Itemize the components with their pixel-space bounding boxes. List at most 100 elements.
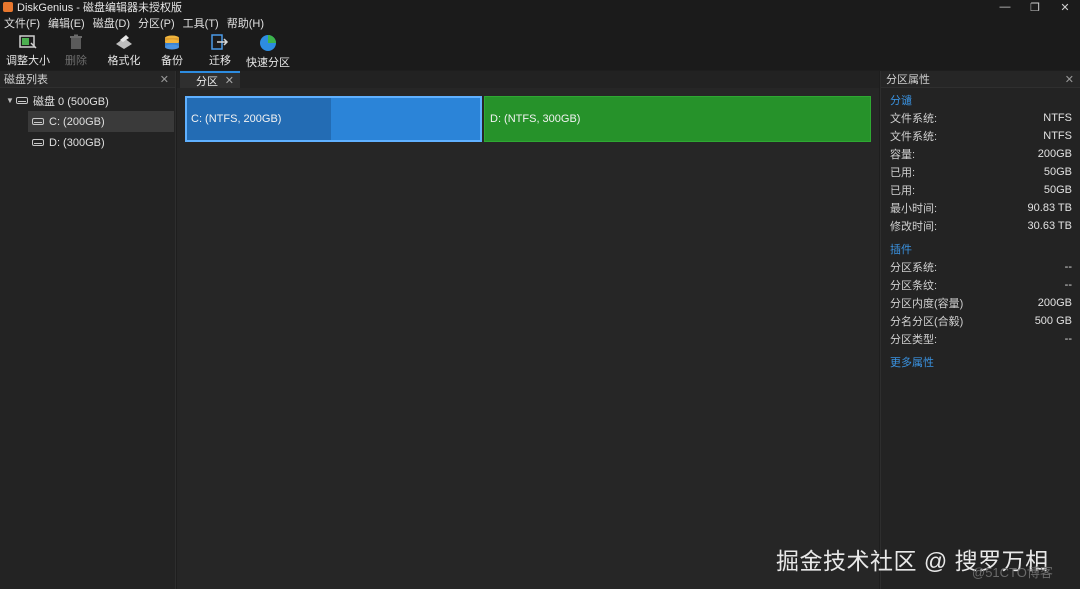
- property-value: --: [1064, 261, 1072, 273]
- property-row: 分区条纹: --: [890, 276, 1072, 294]
- property-row: 已用: 50GB: [890, 181, 1072, 199]
- tab-partition-label: 分区: [196, 75, 218, 88]
- property-key: 分区内度(容量): [890, 298, 964, 310]
- window-controls: — ❐ ✕: [990, 0, 1080, 14]
- resize-label: 调整大小: [6, 55, 50, 67]
- migrate-icon: [210, 34, 230, 50]
- watermark-subtext: @51CTO博客: [972, 565, 1053, 580]
- quick-partition-label: 快速分区: [246, 57, 290, 69]
- property-value: 50GB: [1043, 184, 1072, 196]
- title-bar: DiskGenius - 磁盘编辑器未授权版 — ❐ ✕: [0, 0, 1080, 14]
- disk-list-close-icon[interactable]: ✕: [160, 73, 169, 86]
- property-row: 容量: 200GB: [890, 145, 1072, 163]
- property-row: 已用: 50GB: [890, 163, 1072, 181]
- tree-item-disk-0[interactable]: ▼ 磁盘 0 (500GB): [0, 90, 175, 111]
- resize-button[interactable]: 调整大小: [4, 32, 52, 68]
- property-row: 修改时间: 30.63 TB: [890, 217, 1072, 235]
- partition-view: 分区 ✕ C: (NTFS, 200GB) D: (NTFS, 300GB): [177, 71, 879, 589]
- property-value: --: [1064, 279, 1072, 291]
- property-value: --: [1064, 333, 1072, 345]
- property-row: 文件系统: NTFS: [890, 109, 1072, 127]
- property-row: 分名分区(合毅) 500 GB: [890, 312, 1072, 330]
- property-value: 50GB: [1043, 166, 1072, 178]
- minimize-button[interactable]: —: [990, 0, 1020, 14]
- property-key: 分区类型:: [890, 334, 938, 346]
- chevron-down-icon[interactable]: ▼: [6, 96, 16, 105]
- partition-c-label: C: (200GB): [49, 115, 105, 128]
- property-row: 分区系统: --: [890, 258, 1072, 276]
- property-key: 修改时间:: [890, 221, 938, 233]
- property-key: 最小时间:: [890, 203, 938, 215]
- partition-d-block-label: D: (NTFS, 300GB): [490, 113, 581, 125]
- property-key: 分名分区(合毅): [890, 316, 964, 328]
- tab-strip: 分区 ✕: [177, 71, 879, 88]
- format-icon: [114, 34, 134, 50]
- trash-icon: [66, 34, 86, 50]
- property-key: 分区条纹:: [890, 280, 938, 292]
- properties-title: 分区属性: [886, 74, 930, 86]
- backup-label: 备份: [161, 55, 183, 67]
- property-row: 最小时间: 90.83 TB: [890, 199, 1072, 217]
- resize-icon: [18, 34, 38, 50]
- properties-close-icon[interactable]: ✕: [1065, 73, 1074, 86]
- disk-list-title: 磁盘列表: [4, 74, 48, 86]
- menu-partition[interactable]: 分区(P): [134, 15, 179, 31]
- quick-partition-button[interactable]: 快速分区: [244, 32, 292, 69]
- menu-edit[interactable]: 编辑(E): [44, 15, 89, 31]
- property-row: 文件系统: NTFS: [890, 127, 1072, 145]
- maximize-button[interactable]: ❐: [1020, 0, 1050, 14]
- more-properties-link[interactable]: 更多属性: [890, 354, 1072, 370]
- partition-block-c[interactable]: C: (NTFS, 200GB): [185, 96, 482, 142]
- close-button[interactable]: ✕: [1050, 0, 1080, 14]
- property-value: 200GB: [1037, 148, 1072, 160]
- partition-c-block-label: C: (NTFS, 200GB): [191, 113, 282, 125]
- property-key: 已用:: [890, 167, 916, 179]
- tree-item-partition-d[interactable]: D: (300GB): [28, 132, 174, 153]
- pie-chart-icon: [258, 34, 278, 52]
- format-label: 格式化: [107, 55, 141, 67]
- disk-list-panel: 磁盘列表 ✕ ▼ 磁盘 0 (500GB) C: (200GB) D: (300…: [0, 71, 176, 589]
- backup-icon: [162, 34, 182, 50]
- partition-icon: [32, 118, 44, 125]
- menu-help[interactable]: 帮助(H): [223, 15, 268, 31]
- migrate-button[interactable]: 迁移: [196, 32, 244, 68]
- hard-drive-icon: [16, 97, 28, 104]
- toolbar: 调整大小 删除 格式化 备份 迁移 快速分区: [0, 32, 1080, 70]
- property-value: NTFS: [1043, 112, 1072, 124]
- menu-disk[interactable]: 磁盘(D): [89, 15, 134, 31]
- property-key: 分区系统:: [890, 262, 938, 274]
- partition-icon: [32, 139, 44, 146]
- section-title-plugins: 插件: [890, 244, 912, 256]
- section-title-basic: 分谴: [890, 95, 912, 107]
- menu-file[interactable]: 文件(F): [0, 15, 44, 31]
- property-value: 90.83 TB: [1027, 202, 1072, 214]
- property-value: NTFS: [1043, 130, 1072, 142]
- delete-button[interactable]: 删除: [52, 32, 100, 68]
- property-key: 容量:: [890, 149, 916, 161]
- menu-bar: 文件(F) 编辑(E) 磁盘(D) 分区(P) 工具(T) 帮助(H): [0, 14, 1080, 32]
- window-title: DiskGenius - 磁盘编辑器未授权版: [17, 2, 183, 14]
- menu-tools[interactable]: 工具(T): [179, 15, 223, 31]
- property-key: 文件系统:: [890, 113, 938, 125]
- property-key: 文件系统:: [890, 131, 938, 143]
- tab-partition[interactable]: 分区 ✕: [180, 71, 240, 88]
- app-logo-icon: [3, 2, 13, 12]
- partition-block-d[interactable]: D: (NTFS, 300GB): [484, 96, 871, 142]
- backup-button[interactable]: 备份: [148, 32, 196, 68]
- property-row: 分区类型: --: [890, 330, 1072, 348]
- property-row: 分区内度(容量) 200GB: [890, 294, 1072, 312]
- tree-item-partition-c[interactable]: C: (200GB): [28, 111, 174, 132]
- tab-close-icon[interactable]: ✕: [225, 74, 234, 87]
- property-key: 已用:: [890, 185, 916, 197]
- property-value: 500 GB: [1034, 315, 1072, 327]
- partition-map: C: (NTFS, 200GB) D: (NTFS, 300GB): [185, 96, 871, 143]
- disk-list-header: 磁盘列表 ✕: [0, 71, 175, 88]
- property-value: 200GB: [1037, 297, 1072, 309]
- partition-d-label: D: (300GB): [49, 136, 105, 149]
- delete-label: 删除: [65, 55, 87, 67]
- disk-0-label: 磁盘 0 (500GB): [33, 95, 109, 108]
- migrate-label: 迁移: [209, 55, 231, 67]
- properties-header: 分区属性 ✕: [881, 71, 1080, 88]
- property-value: 30.63 TB: [1027, 220, 1072, 232]
- format-button[interactable]: 格式化: [100, 32, 148, 68]
